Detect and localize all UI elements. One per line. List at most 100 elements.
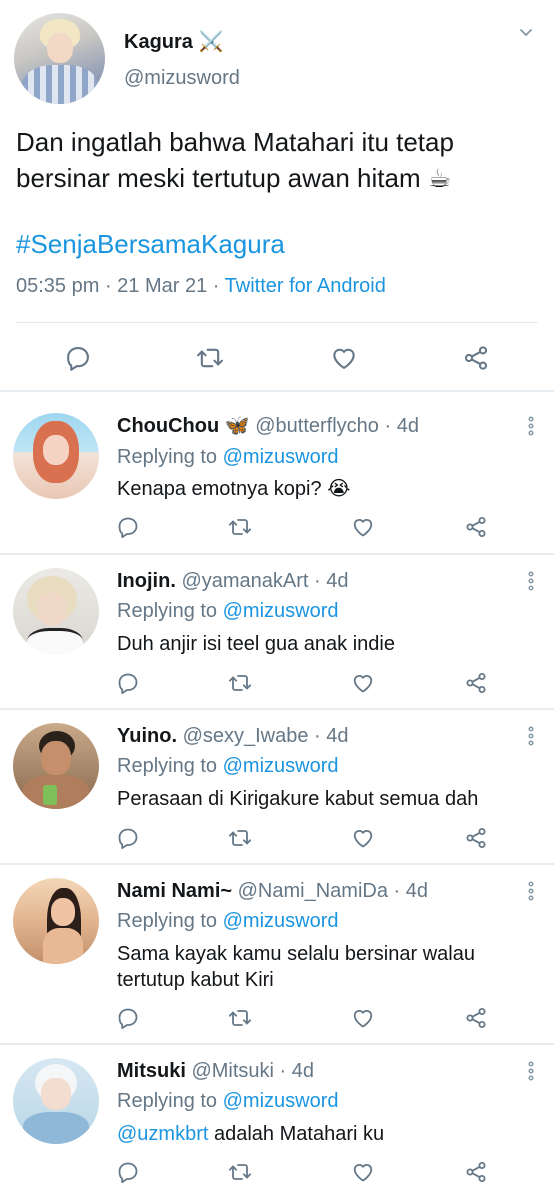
author-name[interactable]: Kagura ⚔️ <box>124 30 223 54</box>
avatar[interactable] <box>13 1058 99 1144</box>
reply-icon[interactable] <box>116 515 140 539</box>
share-icon[interactable] <box>464 515 488 539</box>
avatar[interactable] <box>13 413 99 499</box>
reply-author-name[interactable]: Mitsuki <box>117 1060 186 1082</box>
retweet-icon[interactable] <box>228 671 252 695</box>
more-vertical-icon[interactable] <box>524 415 538 437</box>
reply-age: 4d <box>291 1060 315 1082</box>
more-vertical-icon[interactable] <box>524 1060 538 1082</box>
more-vertical-icon[interactable] <box>524 570 538 592</box>
replying-to-link[interactable]: @mizusword <box>223 446 339 468</box>
reply-author-handle[interactable]: @Mitsuki <box>191 1060 274 1082</box>
reply-age: 4d <box>405 880 428 902</box>
divider <box>16 322 538 323</box>
mention-link[interactable]: @uzmkbrt <box>117 1123 208 1145</box>
reply-icon[interactable] <box>64 344 92 372</box>
reply-text: Duh anjir isi teel gua anak indie <box>117 631 527 657</box>
reply-tweet[interactable]: Yuino. @sexy_Iwabe · 4d Replying to @miz… <box>0 710 554 865</box>
like-icon[interactable] <box>351 515 375 539</box>
replying-to-link[interactable]: @mizusword <box>223 600 339 622</box>
reply-text: @uzmkbrt adalah Matahari ku <box>117 1121 527 1147</box>
retweet-icon[interactable] <box>228 1006 252 1030</box>
reply-icon[interactable] <box>116 826 140 850</box>
share-icon[interactable] <box>462 344 490 372</box>
reply-icon[interactable] <box>116 1006 140 1030</box>
more-vertical-icon[interactable] <box>524 880 538 902</box>
replying-to-link[interactable]: @mizusword <box>223 755 339 777</box>
avatar[interactable] <box>13 723 99 809</box>
reply-author-handle[interactable]: @butterflycho <box>255 415 379 437</box>
reply-author-handle[interactable]: @yamanakArt <box>181 570 308 592</box>
avatar[interactable] <box>13 878 99 964</box>
reply-body: Sama kayak kamu selalu bersinar walau te… <box>117 943 475 991</box>
replying-to-label: Replying to <box>117 755 218 777</box>
main-tweet: Kagura ⚔️ @mizusword Dan ingatlah bahwa … <box>0 0 554 392</box>
reply-tweet[interactable]: Nami Nami~ @Nami_NamiDa · 4d Replying to… <box>0 865 554 1045</box>
replying-to-link[interactable]: @mizusword <box>223 910 339 932</box>
retweet-icon[interactable] <box>228 826 252 850</box>
reply-age: 4d <box>326 570 349 592</box>
meta-separator: · <box>99 275 118 297</box>
share-icon[interactable] <box>464 671 488 695</box>
share-icon[interactable] <box>464 1006 488 1030</box>
tweet-time: 05:35 pm <box>16 275 100 297</box>
avatar[interactable] <box>14 13 105 104</box>
reply-actions <box>0 1006 554 1036</box>
like-icon[interactable] <box>351 671 375 695</box>
reply-text: Kenapa emotnya kopi? 😭 <box>117 476 527 502</box>
meta-separator: · <box>378 415 397 437</box>
reply-tweet[interactable]: ChouChou 🦋 @butterflycho · 4d Replying t… <box>0 392 554 555</box>
reply-author-name[interactable]: Yuino. <box>117 725 177 747</box>
reply-body: Kenapa emotnya kopi? 😭 <box>117 478 351 500</box>
replying-to: Replying to @mizusword <box>117 598 339 624</box>
replying-to-label: Replying to <box>117 446 218 468</box>
avatar[interactable] <box>13 568 99 654</box>
reply-age: 4d <box>326 725 349 747</box>
reply-header: Inojin. @yamanakArt · 4d <box>117 568 349 594</box>
retweet-icon[interactable] <box>228 515 252 539</box>
like-icon[interactable] <box>351 1006 375 1030</box>
reply-tweet[interactable]: Inojin. @yamanakArt · 4d Replying to @mi… <box>0 555 554 710</box>
replying-to-label: Replying to <box>117 1090 218 1112</box>
reply-author-handle[interactable]: @sexy_Iwabe <box>183 725 309 747</box>
share-icon[interactable] <box>464 1160 488 1184</box>
more-vertical-icon[interactable] <box>524 725 538 747</box>
reply-tweet[interactable]: Mitsuki @Mitsuki · 4d Replying to @mizus… <box>0 1045 554 1200</box>
replying-to: Replying to @mizusword <box>117 1088 339 1114</box>
tweet-actions <box>0 336 554 380</box>
reply-header: ChouChou 🦋 @butterflycho · 4d <box>117 413 419 439</box>
reply-author-name[interactable]: Inojin. <box>117 570 176 592</box>
tweet-meta: 05:35 pm · 21 Mar 21 · Twitter for Andro… <box>16 272 386 300</box>
reply-body: adalah Matahari ku <box>208 1123 385 1145</box>
like-icon[interactable] <box>351 1160 375 1184</box>
tweet-source-link[interactable]: Twitter for Android <box>225 275 386 297</box>
reply-actions <box>0 826 554 856</box>
tweet-date: 21 Mar 21 <box>117 275 208 297</box>
chevron-down-icon[interactable] <box>516 22 536 42</box>
reply-icon[interactable] <box>116 671 140 695</box>
meta-separator: · <box>308 570 327 592</box>
retweet-icon[interactable] <box>196 344 224 372</box>
reply-author-handle[interactable]: @Nami_NamiDa <box>238 880 388 902</box>
butterfly-emoji: 🦋 <box>224 415 250 437</box>
reply-author-name[interactable]: Nami Nami~ <box>117 880 232 902</box>
like-icon[interactable] <box>330 344 358 372</box>
reply-header: Mitsuki @Mitsuki · 4d <box>117 1058 314 1084</box>
share-icon[interactable] <box>464 826 488 850</box>
tweet-text: Dan ingatlah bahwa Matahari itu tetap be… <box>16 127 454 193</box>
reply-text: Perasaan di Kirigakure kabut semua dah <box>117 786 527 812</box>
like-icon[interactable] <box>351 826 375 850</box>
replying-to-link[interactable]: @mizusword <box>223 1090 339 1112</box>
author-name-text: Kagura <box>124 31 193 53</box>
replying-to: Replying to @mizusword <box>117 444 339 470</box>
reply-actions <box>0 671 554 701</box>
meta-separator: · <box>207 275 225 297</box>
author-handle[interactable]: @mizusword <box>124 65 240 91</box>
hashtag-link[interactable]: #SenjaBersamaKagura <box>16 226 285 262</box>
crossed-swords-emoji: ⚔️ <box>198 31 224 53</box>
retweet-icon[interactable] <box>228 1160 252 1184</box>
meta-separator: · <box>308 725 327 747</box>
reply-author-name[interactable]: ChouChou <box>117 415 219 437</box>
reply-icon[interactable] <box>116 1160 140 1184</box>
reply-actions <box>0 1160 554 1190</box>
